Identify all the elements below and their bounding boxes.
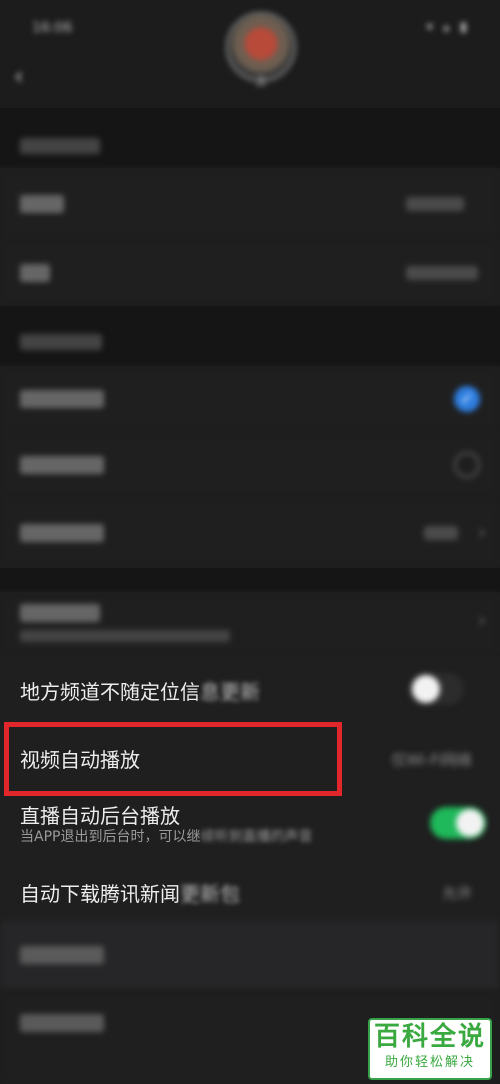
setting-live-background-subtitle: 当APP退出到后台时，可以继续听到直播的声音 — [20, 829, 313, 845]
blurred-row-5[interactable]: › — [0, 498, 500, 568]
blurred-row-6[interactable]: › — [0, 592, 500, 656]
toggle-knob — [412, 675, 440, 703]
check-unselected-icon — [454, 452, 480, 478]
live-background-toggle[interactable] — [430, 807, 486, 839]
watermark-title: 百科全说 — [373, 1022, 486, 1052]
section-header-blurred-2 — [20, 334, 102, 350]
blurred-row-7[interactable] — [0, 920, 500, 990]
settings-screen: 16:06 ▾ ▴ ▮ 上 ‹ ✓ › › 地方频道不随定位信息更新 视频自动播… — [0, 0, 500, 1084]
check-selected-icon: ✓ — [454, 386, 480, 412]
setting-auto-download[interactable]: 自动下载腾讯新闻更新包 允许 — [0, 862, 500, 920]
section-header-blurred — [20, 138, 100, 154]
back-arrow-icon[interactable]: ‹ — [14, 62, 24, 90]
blurred-row-4[interactable] — [0, 432, 500, 498]
highlight-box — [4, 722, 342, 796]
setting-video-autoplay-value: 仅Wi-Fi网络 — [391, 751, 472, 769]
watermark-subtitle: 助你轻松解决 — [384, 1055, 475, 1070]
setting-location-channel-label: 地方频道不随定位信息更新 — [20, 680, 260, 704]
chevron-right-icon: › — [478, 520, 486, 544]
watermark-logo: 百科全说 助你轻松解决 — [368, 1018, 492, 1080]
status-time: 16:06 — [32, 20, 73, 36]
blurred-row-3[interactable]: ✓ — [0, 366, 500, 432]
avatar-name: 上 — [254, 74, 267, 88]
setting-auto-download-value: 允许 — [441, 884, 472, 902]
blurred-row-2[interactable] — [0, 238, 500, 306]
chevron-right-icon-2: › — [478, 608, 486, 632]
toggle-knob — [456, 809, 484, 837]
blurred-row-1[interactable] — [0, 168, 500, 238]
status-icons: ▾ ▴ ▮ — [426, 20, 470, 35]
setting-auto-download-label: 自动下载腾讯新闻更新包 — [20, 882, 240, 906]
location-channel-toggle[interactable] — [408, 673, 464, 705]
section-gap-3 — [0, 568, 500, 592]
setting-live-background-label: 直播自动后台播放 — [20, 804, 180, 828]
setting-location-channel[interactable]: 地方频道不随定位信息更新 — [0, 656, 500, 722]
setting-live-background[interactable]: 直播自动后台播放 当APP退出到后台时，可以继续听到直播的声音 — [0, 796, 500, 862]
